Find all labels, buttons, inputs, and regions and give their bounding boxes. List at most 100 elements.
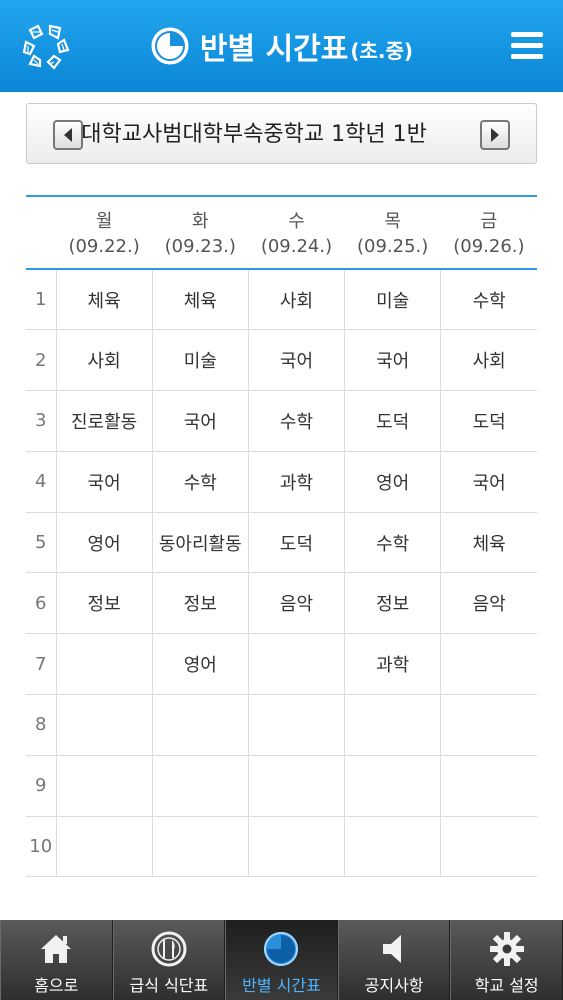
nav-label: 급식 식단표 <box>129 976 209 995</box>
subject-cell <box>55 816 153 878</box>
subject-cell: 영어 <box>344 451 441 513</box>
subject-cell: 정보 <box>55 572 153 635</box>
nav-notice[interactable]: 공지사항 <box>337 920 451 1000</box>
header-corner <box>26 234 56 270</box>
table-row: 10 <box>26 816 537 878</box>
date-header: (09.22.) <box>56 234 153 270</box>
subject-cell <box>55 694 153 756</box>
table-row: 4 국어 수학 과학 영어 국어 <box>26 451 537 513</box>
class-name-label: 국대학교사범대학부속중학교 1학년 1반 <box>61 122 427 147</box>
table-row: 7 영어 과학 <box>26 633 537 696</box>
subject-cell <box>55 633 153 696</box>
subject-cell <box>440 755 537 817</box>
table-row: 8 <box>26 694 537 756</box>
timetable: 월 화 수 목 금 (09.22.) (09.23.) (09.24.) (09… <box>26 195 537 878</box>
subject-cell: 사회 <box>55 329 153 392</box>
next-class-button[interactable] <box>480 120 510 150</box>
subject-cell <box>440 694 537 756</box>
subject-cell: 국어 <box>344 329 441 392</box>
page-subtitle: (초.중) <box>350 38 414 63</box>
table-row: 1 체육 체육 사회 미술 수학 <box>26 269 537 331</box>
speaker-icon <box>383 935 402 963</box>
period-number: 6 <box>26 572 56 635</box>
page-title: 반별 시간표 <box>199 32 349 67</box>
subject-cell <box>344 694 441 756</box>
day-header: 월 <box>56 195 153 234</box>
subject-cell: 영어 <box>55 512 153 574</box>
subject-cell <box>55 755 153 817</box>
subject-cell: 진로활동 <box>55 390 153 452</box>
chevron-left-icon <box>64 128 72 142</box>
subject-cell: 체육 <box>55 269 153 331</box>
period-number: 9 <box>26 755 56 817</box>
subject-cell: 국어 <box>151 390 249 452</box>
nav-meal[interactable]: 급식 식단표 <box>112 920 226 1000</box>
day-header: 목 <box>344 195 441 234</box>
subject-cell: 수학 <box>151 451 249 513</box>
nav-home[interactable]: 홈으로 <box>0 920 113 1000</box>
date-header: (09.26.) <box>440 234 537 270</box>
subject-cell: 음악 <box>440 572 537 635</box>
subject-cell <box>440 816 537 878</box>
subject-cell: 미술 <box>344 269 441 331</box>
school-logo-icon[interactable] <box>20 22 72 74</box>
subject-cell: 도덕 <box>440 390 537 452</box>
period-number: 2 <box>26 329 56 392</box>
day-header-row: 월 화 수 목 금 <box>26 195 537 234</box>
subject-cell <box>151 755 249 817</box>
subject-cell <box>247 755 345 817</box>
subject-cell: 수학 <box>440 269 537 331</box>
subject-cell: 사회 <box>440 329 537 392</box>
nav-label: 공지사항 <box>364 976 424 995</box>
table-row: 6 정보 정보 음악 정보 음악 <box>26 572 537 635</box>
subject-cell: 정보 <box>151 572 249 635</box>
table-row: 2 사회 미술 국어 국어 사회 <box>26 329 537 392</box>
nav-label: 홈으로 <box>34 976 79 995</box>
meal-plate-icon <box>151 931 187 967</box>
date-header: (09.25.) <box>344 234 441 270</box>
subject-cell: 체육 <box>440 512 537 574</box>
table-row: 3 진로활동 국어 수학 도덕 도덕 <box>26 390 537 452</box>
subject-cell: 국어 <box>55 451 153 513</box>
subject-cell: 도덕 <box>344 390 441 452</box>
period-number: 5 <box>26 512 56 574</box>
subject-cell <box>247 816 345 878</box>
subject-cell <box>344 755 441 817</box>
subject-cell: 국어 <box>247 329 345 392</box>
nav-timetable[interactable]: 반별 시간표 <box>225 920 338 1000</box>
date-header: (09.24.) <box>248 234 345 270</box>
prev-class-button[interactable] <box>53 120 83 150</box>
subject-cell <box>151 816 249 878</box>
subject-cell <box>151 694 249 756</box>
subject-cell <box>344 816 441 878</box>
date-header: (09.23.) <box>152 234 249 270</box>
period-number: 8 <box>26 694 56 756</box>
clock-icon <box>151 27 189 65</box>
clock-icon <box>264 932 299 966</box>
subject-cell: 영어 <box>151 633 249 696</box>
hamburger-menu-icon[interactable] <box>511 32 543 60</box>
gear-icon <box>489 932 524 966</box>
subject-cell: 음악 <box>247 572 345 635</box>
subject-cell: 수학 <box>247 390 345 452</box>
subject-cell: 사회 <box>247 269 345 331</box>
nav-settings[interactable]: 학교 설정 <box>450 920 563 1000</box>
period-number: 1 <box>26 269 56 331</box>
subject-cell: 동아리활동 <box>151 512 249 574</box>
class-selector: 국대학교사범대학부속중학교 1학년 1반 <box>26 103 537 164</box>
subject-cell: 과학 <box>247 451 345 513</box>
table-row: 9 <box>26 755 537 817</box>
subject-cell: 정보 <box>344 572 441 635</box>
day-header: 금 <box>440 195 537 234</box>
period-number: 4 <box>26 451 56 513</box>
subject-cell <box>440 633 537 696</box>
subject-cell: 체육 <box>151 269 249 331</box>
date-header-row: (09.22.) (09.23.) (09.24.) (09.25.) (09.… <box>26 234 537 270</box>
header-corner <box>26 195 56 234</box>
header-title: 반별 시간표 (초.중) <box>150 24 413 68</box>
table-row: 5 영어 동아리활동 도덕 수학 체육 <box>26 512 537 574</box>
period-number: 3 <box>26 390 56 452</box>
day-header: 수 <box>248 195 345 234</box>
day-header: 화 <box>152 195 249 234</box>
subject-cell <box>247 694 345 756</box>
